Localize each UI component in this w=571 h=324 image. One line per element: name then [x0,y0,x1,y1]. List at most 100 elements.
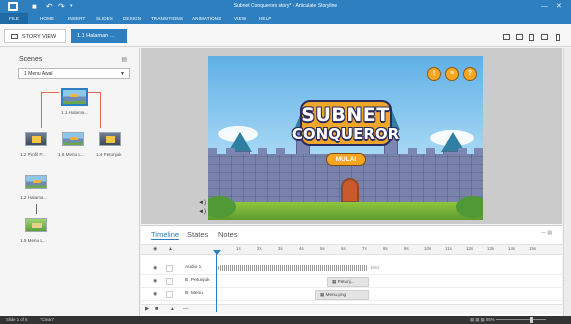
menu-insert[interactable]: INSERT [68,15,85,23]
timeline-toolbar: ▶ ■ ▴ — [141,304,562,314]
timeline-tick: 11s [445,246,452,251]
window-title: Subnet Conquerors story* - Articulate St… [233,3,338,9]
game-logo-line1: SUBNET [301,104,390,126]
connector-line [41,92,59,93]
slide-thumb-1-2b[interactable] [25,175,47,189]
scenes-panel: Scenes ▤ 1 Menu Awal ▼ 1.1 Halama... 1.2… [0,48,140,316]
lock-checkbox[interactable] [166,278,173,285]
zoom-slider-track[interactable] [496,319,546,320]
crenel [474,148,483,155]
eye-icon[interactable]: ◉ [153,291,157,297]
layout-normal-icon[interactable] [503,34,510,40]
slide-thumb-label: 1.2 Halama... [20,195,48,200]
view-mode-icons[interactable]: ▦ ▦ ▦ [470,316,485,324]
layout-phone-icon[interactable] [556,34,560,41]
eye-icon[interactable]: ◉ [153,265,157,271]
slide-thumb-1-4[interactable] [99,132,121,146]
lock-checkbox[interactable] [166,265,173,272]
audio-waveform [218,265,368,271]
tab-notes[interactable]: Notes [218,230,238,239]
timeline-row[interactable]: ◉ B. Petunjuk ▦ Petunj... [141,276,562,288]
crenel [458,148,467,155]
tab-active-slide[interactable]: 1.1 Halaman ... [71,29,127,43]
menu-file[interactable]: FILE [0,13,28,24]
connector-line [100,92,101,128]
collapse-icon[interactable]: — ▤ [541,230,552,236]
slide-canvas[interactable]: SUBNET CONQUEROR MULAI ! ≡ ? [208,56,483,220]
crenel [276,148,285,155]
menu-design[interactable]: DESIGN [123,15,141,23]
status-bar: Slide 1 of 6 "Clean" ▦ ▦ ▦ 95% [0,316,571,324]
menu-slides[interactable]: SLIDES [96,15,113,23]
timeline-tick: 12s [466,246,474,251]
eye-icon[interactable]: ◉ [153,246,157,252]
crenel [208,148,217,155]
menu-animations[interactable]: ANIMATIONS [192,15,221,23]
timeline-tick: 7s [362,246,367,251]
eye-icon[interactable]: ◉ [153,278,157,284]
timeline-tick: 15s [529,246,537,251]
layout-wide-icon[interactable] [516,34,523,40]
tab-active-slide-label: 1.1 Halaman ... [77,33,115,39]
scenes-header: Scenes [19,56,43,63]
menu-transitions[interactable]: TRANSITIONS [151,15,183,23]
layer-name: B. Petunjuk [185,278,210,283]
lock-checkbox[interactable] [166,291,173,298]
layer-bar[interactable]: ▦ Menu.png [315,290,369,300]
info-button[interactable]: ! [427,67,441,81]
zoom-out-icon[interactable]: ▴ [171,306,174,312]
play-icon[interactable]: ▶ [145,306,149,312]
playhead[interactable] [216,254,217,312]
slide-thumb-1-2[interactable] [25,132,47,146]
menu-home[interactable]: HOME [40,15,54,23]
slide-thumb-1-6[interactable] [62,132,84,146]
layout-landscape-icon[interactable] [541,34,548,40]
bush [456,196,483,218]
playhead-handle[interactable] [213,250,221,255]
status-theme: "Clean" [40,317,55,322]
slide-thumb-1-1[interactable] [61,88,88,106]
crenel [426,148,435,155]
scene-dropdown-value: 1 Menu Awal [24,71,53,77]
menu-view[interactable]: VIEW [234,15,246,23]
title-bar: ■ ↶ ↷ ▾ Subnet Conquerors story* - Artic… [0,0,571,13]
status-slide-count: Slide 1 of 6 [6,317,28,322]
layer-name: B. Menu [185,291,203,296]
timeline-tick: 2s [257,246,262,251]
timeline-tick: 8s [383,246,388,251]
timeline-tick: 1s [236,246,241,251]
close-icon[interactable]: ✕ [556,1,562,12]
timeline-row[interactable]: ◉ B. Menu ▦ Menu.png [141,289,562,301]
connector-line [36,204,37,214]
menu-help[interactable]: HELP [259,15,271,23]
timeline-tick: 3s [278,246,283,251]
ribbon-menu: FILE HOME INSERT SLIDES DESIGN TRANSITIO… [0,13,571,24]
zoom-slider-handle[interactable] [530,317,533,323]
end-marker: End [371,265,379,270]
speaker-icon[interactable]: ◄) [198,209,206,215]
vertical-scrollbar[interactable] [563,48,571,316]
menu-button[interactable]: ≡ [445,67,459,81]
layer-bar[interactable]: ▦ Petunj... [327,277,369,287]
tab-timeline[interactable]: Timeline [151,230,180,240]
start-button[interactable]: MULAI [326,153,366,166]
timeline-tick: 13s [487,246,495,251]
timeline-tick: 9s [404,246,409,251]
speaker-icon[interactable]: ◄) [198,200,206,206]
minimize-icon[interactable]: — [541,1,548,12]
lock-icon[interactable]: ▲ [168,246,173,252]
slide-thumb-1-5[interactable] [25,218,47,232]
pin-icon[interactable]: ▤ [121,56,127,63]
layer-name: Audio 1 [185,265,202,270]
grass-ground [208,202,483,220]
stop-icon[interactable]: ■ [155,306,158,312]
slide-thumb-label: 1.4 Petunjuk [96,152,122,157]
timeline-zoom-icon[interactable]: — [183,306,189,312]
zoom-value: 95% [486,317,495,322]
tab-story-view[interactable]: STORY VIEW [4,29,66,43]
slide-thumb-label: 1.1 Halama... [61,110,89,115]
tab-states[interactable]: States [187,230,208,239]
layout-portrait-icon[interactable] [529,34,534,41]
help-button[interactable]: ? [463,67,477,81]
scene-dropdown[interactable]: 1 Menu Awal ▼ [18,68,130,79]
